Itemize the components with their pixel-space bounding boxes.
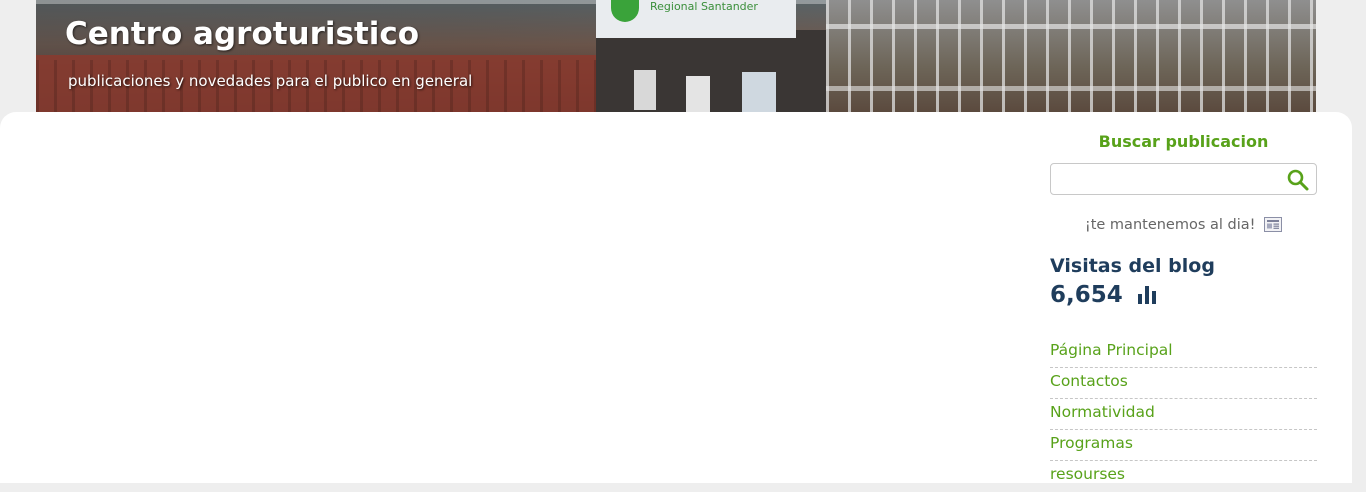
search-icon (1287, 169, 1309, 191)
banner-building-wall (596, 30, 826, 112)
site-title[interactable]: Centro agroturistico (65, 16, 419, 52)
pages-list: Página Principal Contactos Normatividad … (1050, 337, 1317, 492)
search-widget-title: Buscar publicacion (1098, 132, 1269, 151)
page-link-contacts[interactable]: Contactos (1050, 368, 1317, 390)
page-link-programs[interactable]: Programas (1050, 430, 1317, 452)
bar-chart-icon (1137, 286, 1156, 304)
header-banner: Regional Santander Centro agroturistico … (36, 0, 1316, 112)
list-item: Programas (1050, 430, 1317, 461)
list-item: resourses (1050, 461, 1317, 492)
list-item: Normatividad (1050, 399, 1317, 430)
newspaper-icon (1264, 217, 1283, 232)
tagline-text: ¡te mantenemos al dia! (1084, 217, 1256, 233)
banner-poster (686, 76, 710, 112)
banner-sign-text: Regional Santander (650, 0, 758, 13)
list-item: Página Principal (1050, 337, 1317, 368)
banner-poster (742, 72, 776, 112)
tagline: ¡te mantenemos al dia! (1050, 217, 1317, 233)
banner-fence (826, 0, 1316, 112)
banner-fence-rail (826, 24, 1316, 29)
stats-title: Visitas del blog (1050, 255, 1215, 277)
search-input[interactable] (1055, 167, 1279, 191)
list-item: Contactos (1050, 368, 1317, 399)
search-button[interactable] (1286, 168, 1310, 192)
banner-poster (634, 70, 656, 110)
banner-fence-rail (826, 86, 1316, 91)
visit-count: 6,654 (1050, 282, 1123, 308)
page-link-regulations[interactable]: Normatividad (1050, 399, 1317, 421)
stats-counter: 6,654 (1050, 282, 1157, 308)
site-description: publicaciones y novedades para el public… (68, 72, 473, 90)
main-content: Buscar publicacion ¡te mantenemos al dia… (0, 112, 1352, 483)
search-box (1050, 163, 1317, 195)
page-link-home[interactable]: Página Principal (1050, 337, 1317, 359)
page-link-resources[interactable]: resourses (1050, 461, 1317, 483)
